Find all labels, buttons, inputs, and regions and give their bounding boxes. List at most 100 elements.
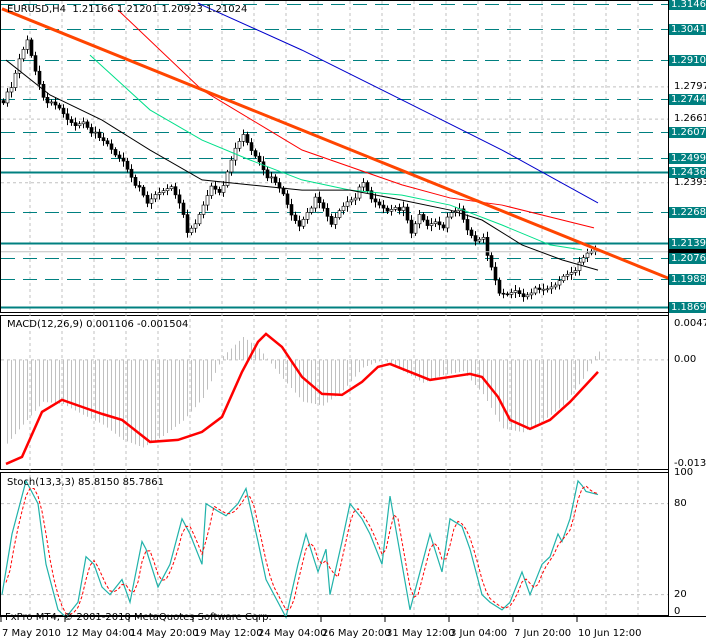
candle-body <box>565 274 570 277</box>
candle-body <box>365 182 370 192</box>
candle-body <box>489 255 494 268</box>
candle-body <box>121 157 126 162</box>
candle-body <box>269 176 274 179</box>
price-tick-label: 1.27970 <box>674 80 706 92</box>
candle-body <box>9 87 14 93</box>
candle-body <box>425 219 430 226</box>
macd-tick-label: 0.00 <box>674 353 697 365</box>
candle-body <box>377 201 382 206</box>
time-label: 12 May 04:00 <box>66 628 135 639</box>
stoch-tick-label: 80 <box>674 497 687 509</box>
level-price-tag: 1.29107 <box>669 54 706 66</box>
stoch-tick-label: 0 <box>674 606 681 617</box>
candle-body <box>393 207 398 210</box>
candle-body <box>225 171 230 186</box>
candle-body <box>329 216 334 225</box>
candle-body <box>89 127 94 134</box>
macd-tick-label: 0.00471 <box>674 318 706 329</box>
candle-body <box>561 275 566 281</box>
candle-body <box>573 270 578 273</box>
candle-body <box>61 107 66 115</box>
time-label: 26 May 20:00 <box>322 628 391 639</box>
candle-body <box>133 177 138 186</box>
candle-body <box>149 198 154 204</box>
candle-body <box>313 196 318 209</box>
candle-body <box>509 292 514 295</box>
candle-body <box>485 237 490 256</box>
candle-body <box>501 292 506 295</box>
candle-body <box>169 186 174 189</box>
candle-body <box>353 197 358 201</box>
macd-main-value: 0.001106 <box>86 319 134 330</box>
candle-body <box>1 100 6 104</box>
level-price-tag: 1.18694 <box>669 301 706 313</box>
candle-body <box>537 287 542 290</box>
candle-body <box>309 207 314 213</box>
candle-body <box>177 194 182 204</box>
time-label: 31 May 12:00 <box>386 628 455 639</box>
stoch-pane-border <box>0 472 669 616</box>
candle-body <box>141 186 146 196</box>
candle-body <box>125 160 130 170</box>
macd-pane-border <box>0 315 669 470</box>
candle-body <box>105 140 110 145</box>
level-price-tag: 1.24990 <box>669 152 706 164</box>
copyright-text: FxPro MT4, © 2001-2010 MetaQuotes Softwa… <box>5 612 272 623</box>
candle-body <box>237 141 242 149</box>
candle-body <box>13 72 18 88</box>
candle-body <box>341 205 346 211</box>
candle-body <box>413 223 418 234</box>
candle-body <box>217 188 222 193</box>
candle-body <box>53 101 58 106</box>
macd-name: MACD(12,26,9) <box>7 319 83 330</box>
candle-body <box>5 91 10 104</box>
time-label: 19 May 12:00 <box>194 628 263 639</box>
candle-body <box>45 97 50 104</box>
moving-average-ma_black <box>5 59 599 271</box>
candle-body <box>481 237 486 240</box>
candle-body <box>437 221 442 226</box>
mt4-chart-window: EURUSD,H4 1.21166 1.21201 1.20923 1.2102… <box>0 0 706 644</box>
candle-body <box>37 70 42 85</box>
candle-body <box>293 214 298 221</box>
candle-body <box>297 220 302 227</box>
candle-body <box>397 207 402 211</box>
candle-body <box>265 169 270 179</box>
candle-body <box>249 142 254 151</box>
time-label: 7 Jun 20:00 <box>514 628 572 639</box>
candle-body <box>373 198 378 203</box>
candle-body <box>477 238 482 242</box>
level-price-tag: 1.21393 <box>669 237 706 249</box>
candle-body <box>273 176 278 183</box>
candle-body <box>525 294 530 298</box>
candle-body <box>349 199 354 203</box>
candle-body <box>557 280 562 286</box>
candle-body <box>529 292 534 296</box>
candle-body <box>173 186 178 196</box>
macd-signal-value: -0.001504 <box>137 319 189 330</box>
close-value: 1.21024 <box>206 4 248 15</box>
candle-body <box>381 204 386 209</box>
candle-body <box>389 209 394 212</box>
price-tick-label: 1.23930 <box>674 176 706 188</box>
candle-body <box>553 284 558 288</box>
candle-body <box>429 223 434 226</box>
candle-body <box>185 214 190 233</box>
candle-body <box>69 119 74 123</box>
candle-body <box>213 185 218 190</box>
candle-body <box>569 272 574 275</box>
time-label: 3 Jun 04:00 <box>450 628 508 639</box>
stoch-tick-label: 20 <box>674 588 687 600</box>
candle-body <box>305 212 310 220</box>
symbol-label: EURUSD,H4 <box>7 4 67 15</box>
candle-body <box>65 113 70 120</box>
candle-body <box>585 252 590 258</box>
candle-body <box>49 101 54 104</box>
candle-body <box>577 261 582 271</box>
candle-body <box>361 182 366 188</box>
candle-body <box>181 202 186 215</box>
candle-body <box>465 219 470 231</box>
candle-body <box>505 293 510 296</box>
level-price-tag: 1.26078 <box>669 126 706 138</box>
candle-body <box>197 214 202 225</box>
